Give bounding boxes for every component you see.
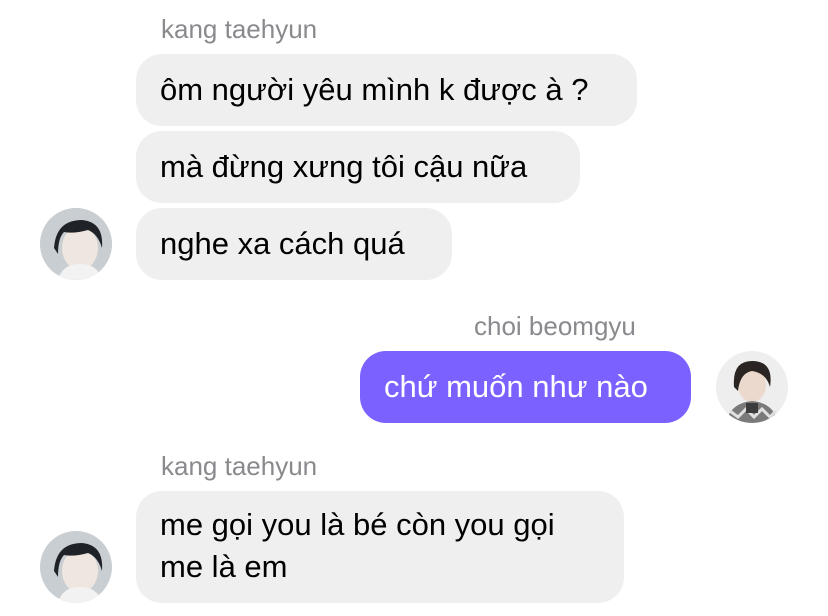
avatar[interactable] xyxy=(40,208,112,280)
avatar-choi-beomgyu-icon xyxy=(716,351,788,423)
avatar[interactable] xyxy=(40,531,112,603)
message-bubble[interactable]: ôm người yêu mình k được à ? xyxy=(136,54,637,126)
sender-name: kang taehyun xyxy=(161,451,318,481)
message-bubble[interactable]: chứ muốn như nào xyxy=(360,351,691,423)
sender-name: choi beomgyu xyxy=(474,311,636,341)
message-bubble[interactable]: mà đừng xưng tôi cậu nữa xyxy=(136,131,580,203)
avatar[interactable] xyxy=(716,351,788,423)
avatar-kang-taehyun-icon xyxy=(40,531,112,603)
sender-name: kang taehyun xyxy=(161,14,318,44)
message-bubble[interactable]: nghe xa cách quá xyxy=(136,208,452,280)
message-bubble[interactable]: me gọi you là bé còn you gọi me là em xyxy=(136,491,624,603)
avatar-kang-taehyun-icon xyxy=(40,208,112,280)
